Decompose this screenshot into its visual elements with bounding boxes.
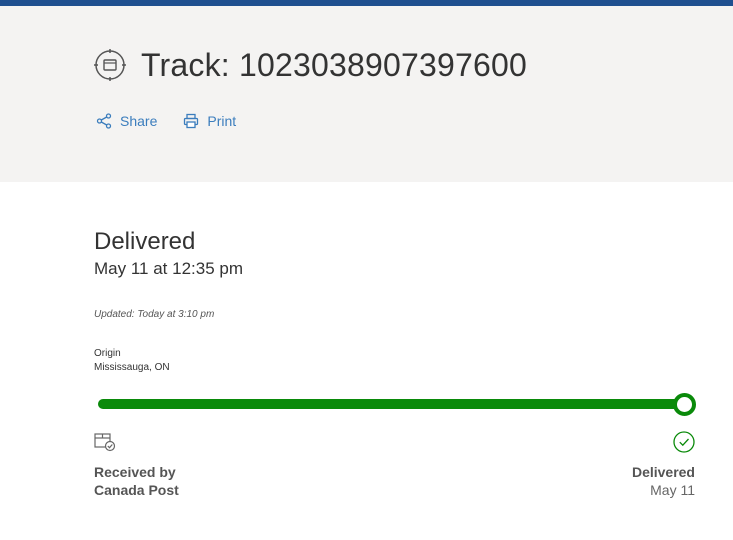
print-label: Print xyxy=(207,113,237,129)
progress-bar-fill xyxy=(98,399,685,409)
share-button[interactable]: Share xyxy=(96,113,157,129)
origin-label: Origin xyxy=(94,348,121,359)
header-actions: Share Print xyxy=(96,113,236,129)
milestone-delivered-date: May 11 xyxy=(650,482,695,498)
print-button[interactable]: Print xyxy=(183,113,236,129)
origin-value: Mississauga, ON xyxy=(94,362,170,373)
delivery-datetime: May 11 at 12:35 pm xyxy=(94,259,243,278)
package-target-icon xyxy=(94,49,126,81)
print-icon xyxy=(184,113,199,129)
tracking-header xyxy=(0,6,733,182)
page-title-row: Track: 1023038907397600 xyxy=(94,47,527,83)
delivery-status: Delivered xyxy=(94,228,196,255)
milestone-received-line2: Canada Post xyxy=(94,482,179,498)
milestone-received: Received by Canada Post xyxy=(94,463,179,499)
share-label: Share xyxy=(120,113,158,129)
updated-timestamp: Updated: Today at 3:10 pm xyxy=(94,309,215,320)
progress-end-marker xyxy=(673,393,696,416)
milestone-received-line1: Received by xyxy=(94,464,176,480)
package-received-icon xyxy=(94,432,116,452)
page-title: Track: 1023038907397600 xyxy=(141,46,527,83)
milestone-delivered-label: Delivered xyxy=(631,464,695,480)
share-icon xyxy=(96,113,112,129)
progress-bar xyxy=(98,399,685,409)
check-circle-icon xyxy=(673,431,695,453)
